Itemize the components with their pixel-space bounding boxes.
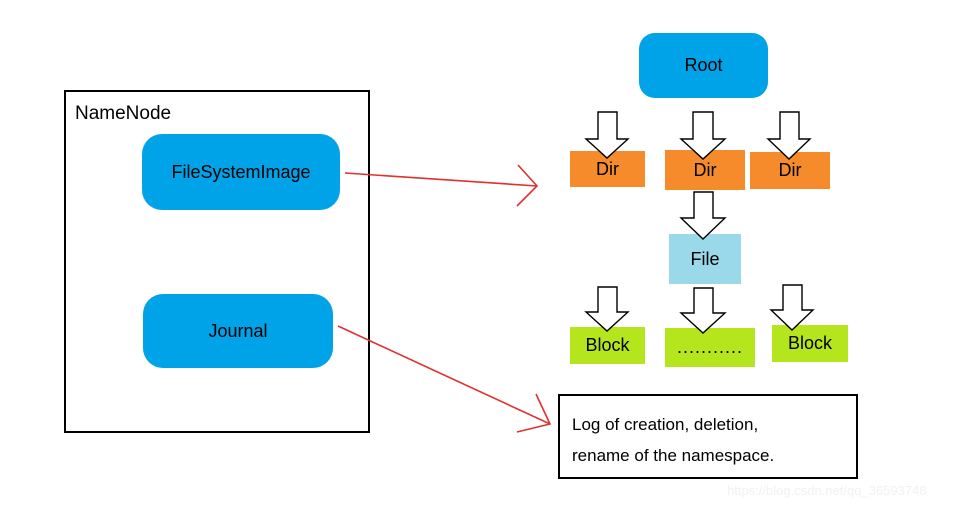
block-label-3: Block	[787, 333, 832, 354]
log-line-2: rename of the namespace.	[572, 446, 775, 466]
block-node-1[interactable]: Block	[570, 327, 645, 364]
red-arrow-fsimage-to-tree	[344, 172, 538, 187]
block-ellipsis-label: ...........	[676, 337, 743, 358]
red-arrowhead-journal	[516, 393, 552, 433]
dir-label-2: Dir	[693, 159, 717, 180]
block-arrow-dir-to-file	[679, 191, 727, 240]
journal-node[interactable]: Journal	[143, 294, 333, 368]
dir-node-3[interactable]: Dir	[750, 152, 830, 189]
dir-node-1[interactable]: Dir	[570, 151, 645, 187]
diagram-canvas: NameNode FileSystemImage Journal Root Di…	[0, 0, 976, 508]
log-description-text: Log of creation, deletion, rename of the…	[572, 409, 852, 472]
journal-label: Journal	[208, 320, 268, 341]
root-label: Root	[684, 55, 723, 76]
block-label-1: Block	[585, 335, 630, 356]
block-node-3[interactable]: Block	[772, 325, 848, 362]
dir-label-3: Dir	[778, 160, 802, 181]
block-arrow-file-to-block-3	[769, 284, 815, 331]
namenode-label: NameNode	[75, 103, 172, 124]
filesystemimage-label: FileSystemImage	[171, 161, 311, 182]
log-line-1: Log of creation, deletion,	[572, 415, 759, 434]
block-node-2[interactable]: ...........	[665, 328, 755, 367]
dir-node-2[interactable]: Dir	[665, 150, 745, 190]
file-label: File	[690, 248, 720, 269]
block-arrow-file-to-block-2	[679, 287, 727, 334]
root-node[interactable]: Root	[639, 33, 768, 98]
block-arrow-file-to-block-1	[584, 286, 630, 332]
red-arrowhead-fsimage	[516, 164, 539, 207]
dir-label-1: Dir	[596, 158, 619, 179]
file-node[interactable]: File	[669, 234, 741, 284]
watermark-text: https://blog.csdn.net/qq_36593748	[727, 483, 927, 498]
filesystemimage-node[interactable]: FileSystemImage	[142, 134, 340, 210]
